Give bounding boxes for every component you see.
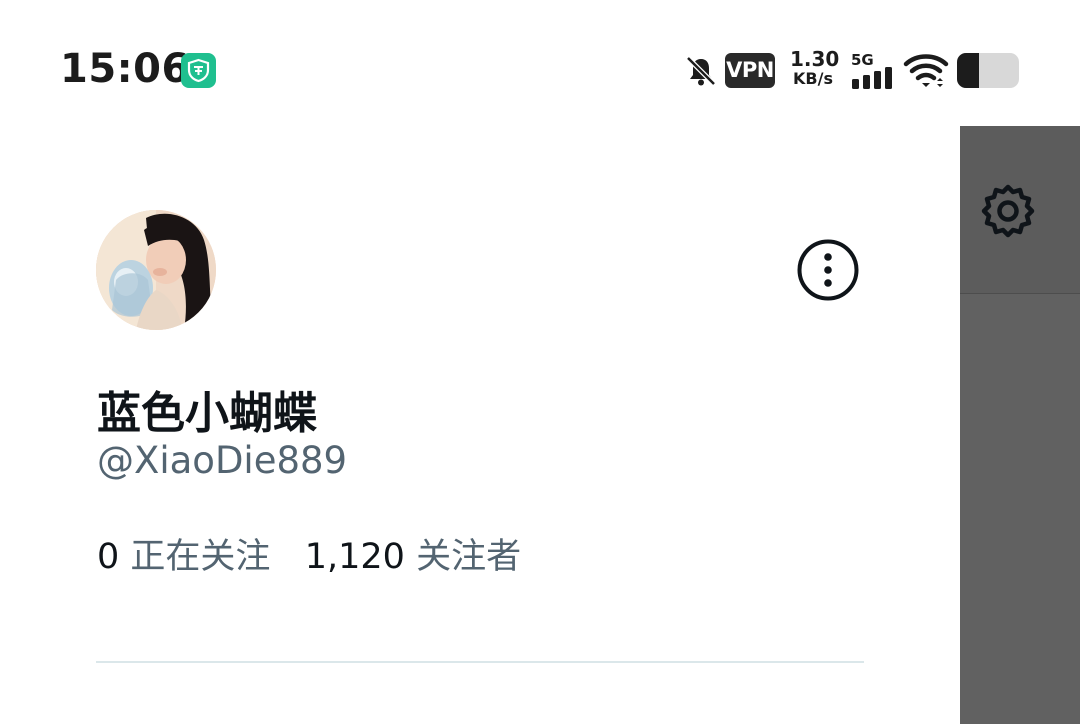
followers-link[interactable]: 1,120 关注者	[305, 537, 521, 577]
following-link[interactable]: 0 正在关注	[97, 537, 282, 577]
more-options-button[interactable]	[797, 239, 859, 301]
network-speed-unit: KB/s	[793, 69, 833, 88]
follow-stats: 0 正在关注 1,120 关注者	[97, 528, 521, 579]
status-bar: 15:06 VPN 1.30 KB/s 5G	[0, 0, 1080, 126]
following-count: 0	[97, 537, 120, 577]
side-panel[interactable]	[960, 126, 1080, 724]
following-label: 正在关注	[130, 537, 271, 577]
status-time: 15:06	[60, 46, 190, 92]
bell-muted-icon	[684, 54, 718, 92]
battery-icon	[957, 53, 1019, 88]
network-speed-value: 1.30	[790, 47, 840, 71]
avatar[interactable]	[96, 210, 216, 330]
shield-app-icon	[181, 53, 216, 88]
followers-label: 关注者	[416, 537, 522, 577]
wifi-icon	[903, 52, 949, 94]
divider	[96, 661, 864, 663]
battery-level	[957, 53, 979, 88]
vpn-badge: VPN	[725, 53, 775, 88]
gear-icon[interactable]	[976, 179, 1040, 247]
display-name: 蓝色小蝴蝶	[97, 388, 317, 439]
more-options-icon	[797, 239, 859, 301]
cellular-signal-icon	[852, 67, 894, 93]
network-speed: 1.30 KB/s	[790, 47, 840, 89]
user-handle: @XiaoDie889	[97, 439, 348, 482]
side-panel-header	[960, 126, 1080, 294]
followers-count: 1,120	[304, 537, 405, 577]
